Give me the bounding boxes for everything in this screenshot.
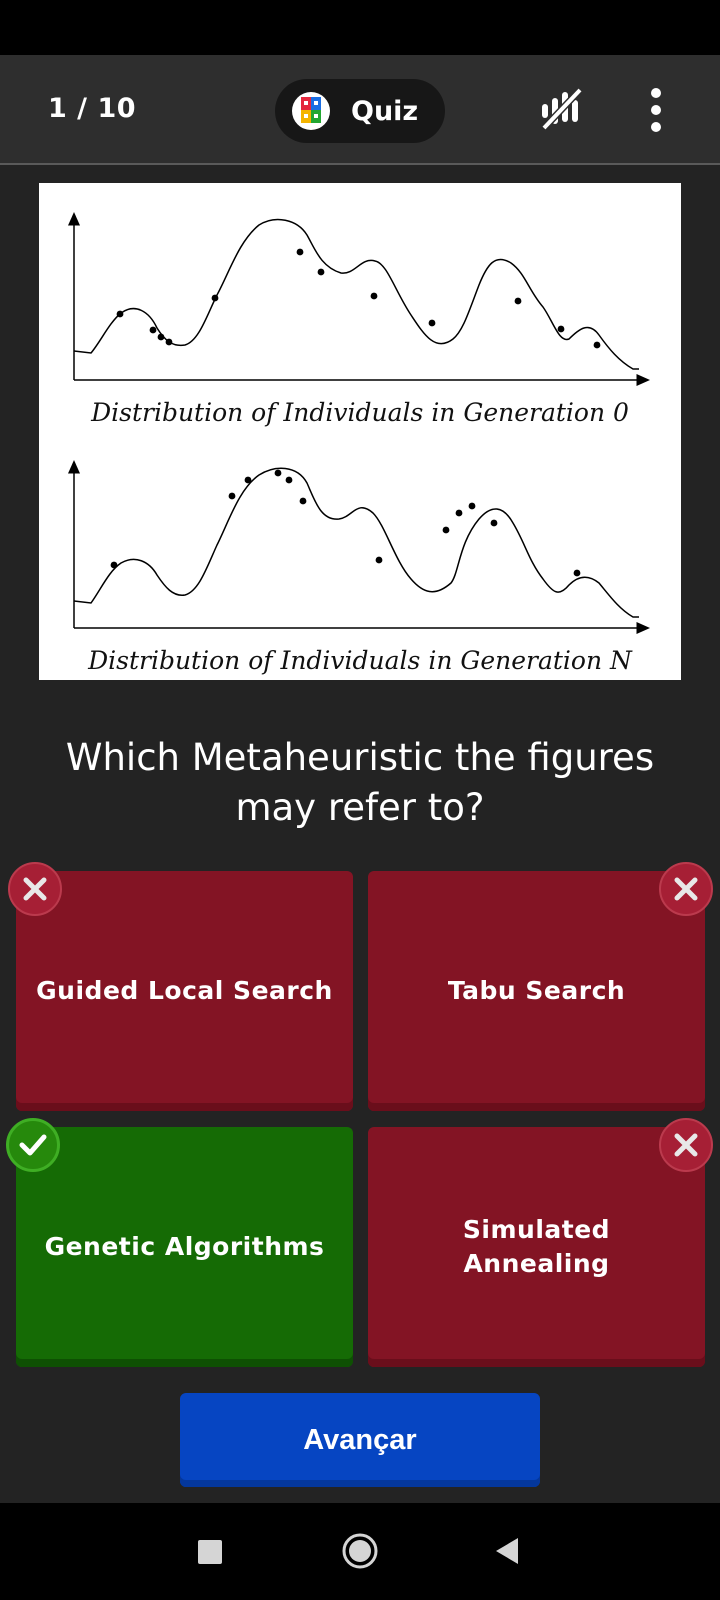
fitness-landscape-figure: [68, 212, 650, 634]
close-icon: [659, 1118, 713, 1172]
home-icon[interactable]: [341, 1532, 379, 1570]
answer-option-tabu-search[interactable]: Tabu Search: [368, 871, 705, 1111]
answer-label: Tabu Search: [447, 976, 626, 1005]
recents-icon[interactable]: [198, 1540, 222, 1564]
answer-label: Genetic Algorithms: [44, 1232, 325, 1261]
answer-label: Simulated Annealing: [462, 1215, 611, 1278]
figure-caption-generation-0: Distribution of Individuals in Generatio…: [91, 398, 629, 427]
question-text: Which Metaheuristic the figures may refe…: [65, 736, 655, 829]
question-figure: Distribution of Individuals in Generatio…: [39, 183, 681, 680]
status-bar: [0, 0, 720, 55]
system-nav-bar: [0, 1503, 720, 1600]
sound-off-icon[interactable]: [536, 84, 586, 134]
answer-label: Guided Local Search: [36, 976, 333, 1005]
figure-caption-generation-n: Distribution of Individuals in Generatio…: [88, 646, 632, 675]
answer-option-guided-local-search[interactable]: Guided Local Search: [16, 871, 353, 1111]
quiz-title: Quiz: [351, 95, 419, 127]
generation-0-plot: [68, 212, 650, 386]
quiz-title-pill: Quiz: [275, 79, 445, 143]
close-icon: [8, 862, 62, 916]
back-icon[interactable]: [494, 1536, 520, 1566]
close-icon: [659, 862, 713, 916]
generation-n-plot: [68, 460, 650, 634]
quiz-logo-icon: [292, 92, 330, 130]
top-bar: 1 / 10 Quiz: [0, 55, 720, 165]
question-progress: 1 / 10: [48, 93, 137, 124]
next-button[interactable]: Avançar: [180, 1393, 540, 1487]
answer-option-genetic-algorithms[interactable]: Genetic Algorithms: [16, 1127, 353, 1367]
checkmark-icon: [6, 1118, 60, 1172]
more-vertical-icon[interactable]: [640, 85, 672, 135]
answer-option-simulated-annealing[interactable]: Simulated Annealing: [368, 1127, 705, 1367]
